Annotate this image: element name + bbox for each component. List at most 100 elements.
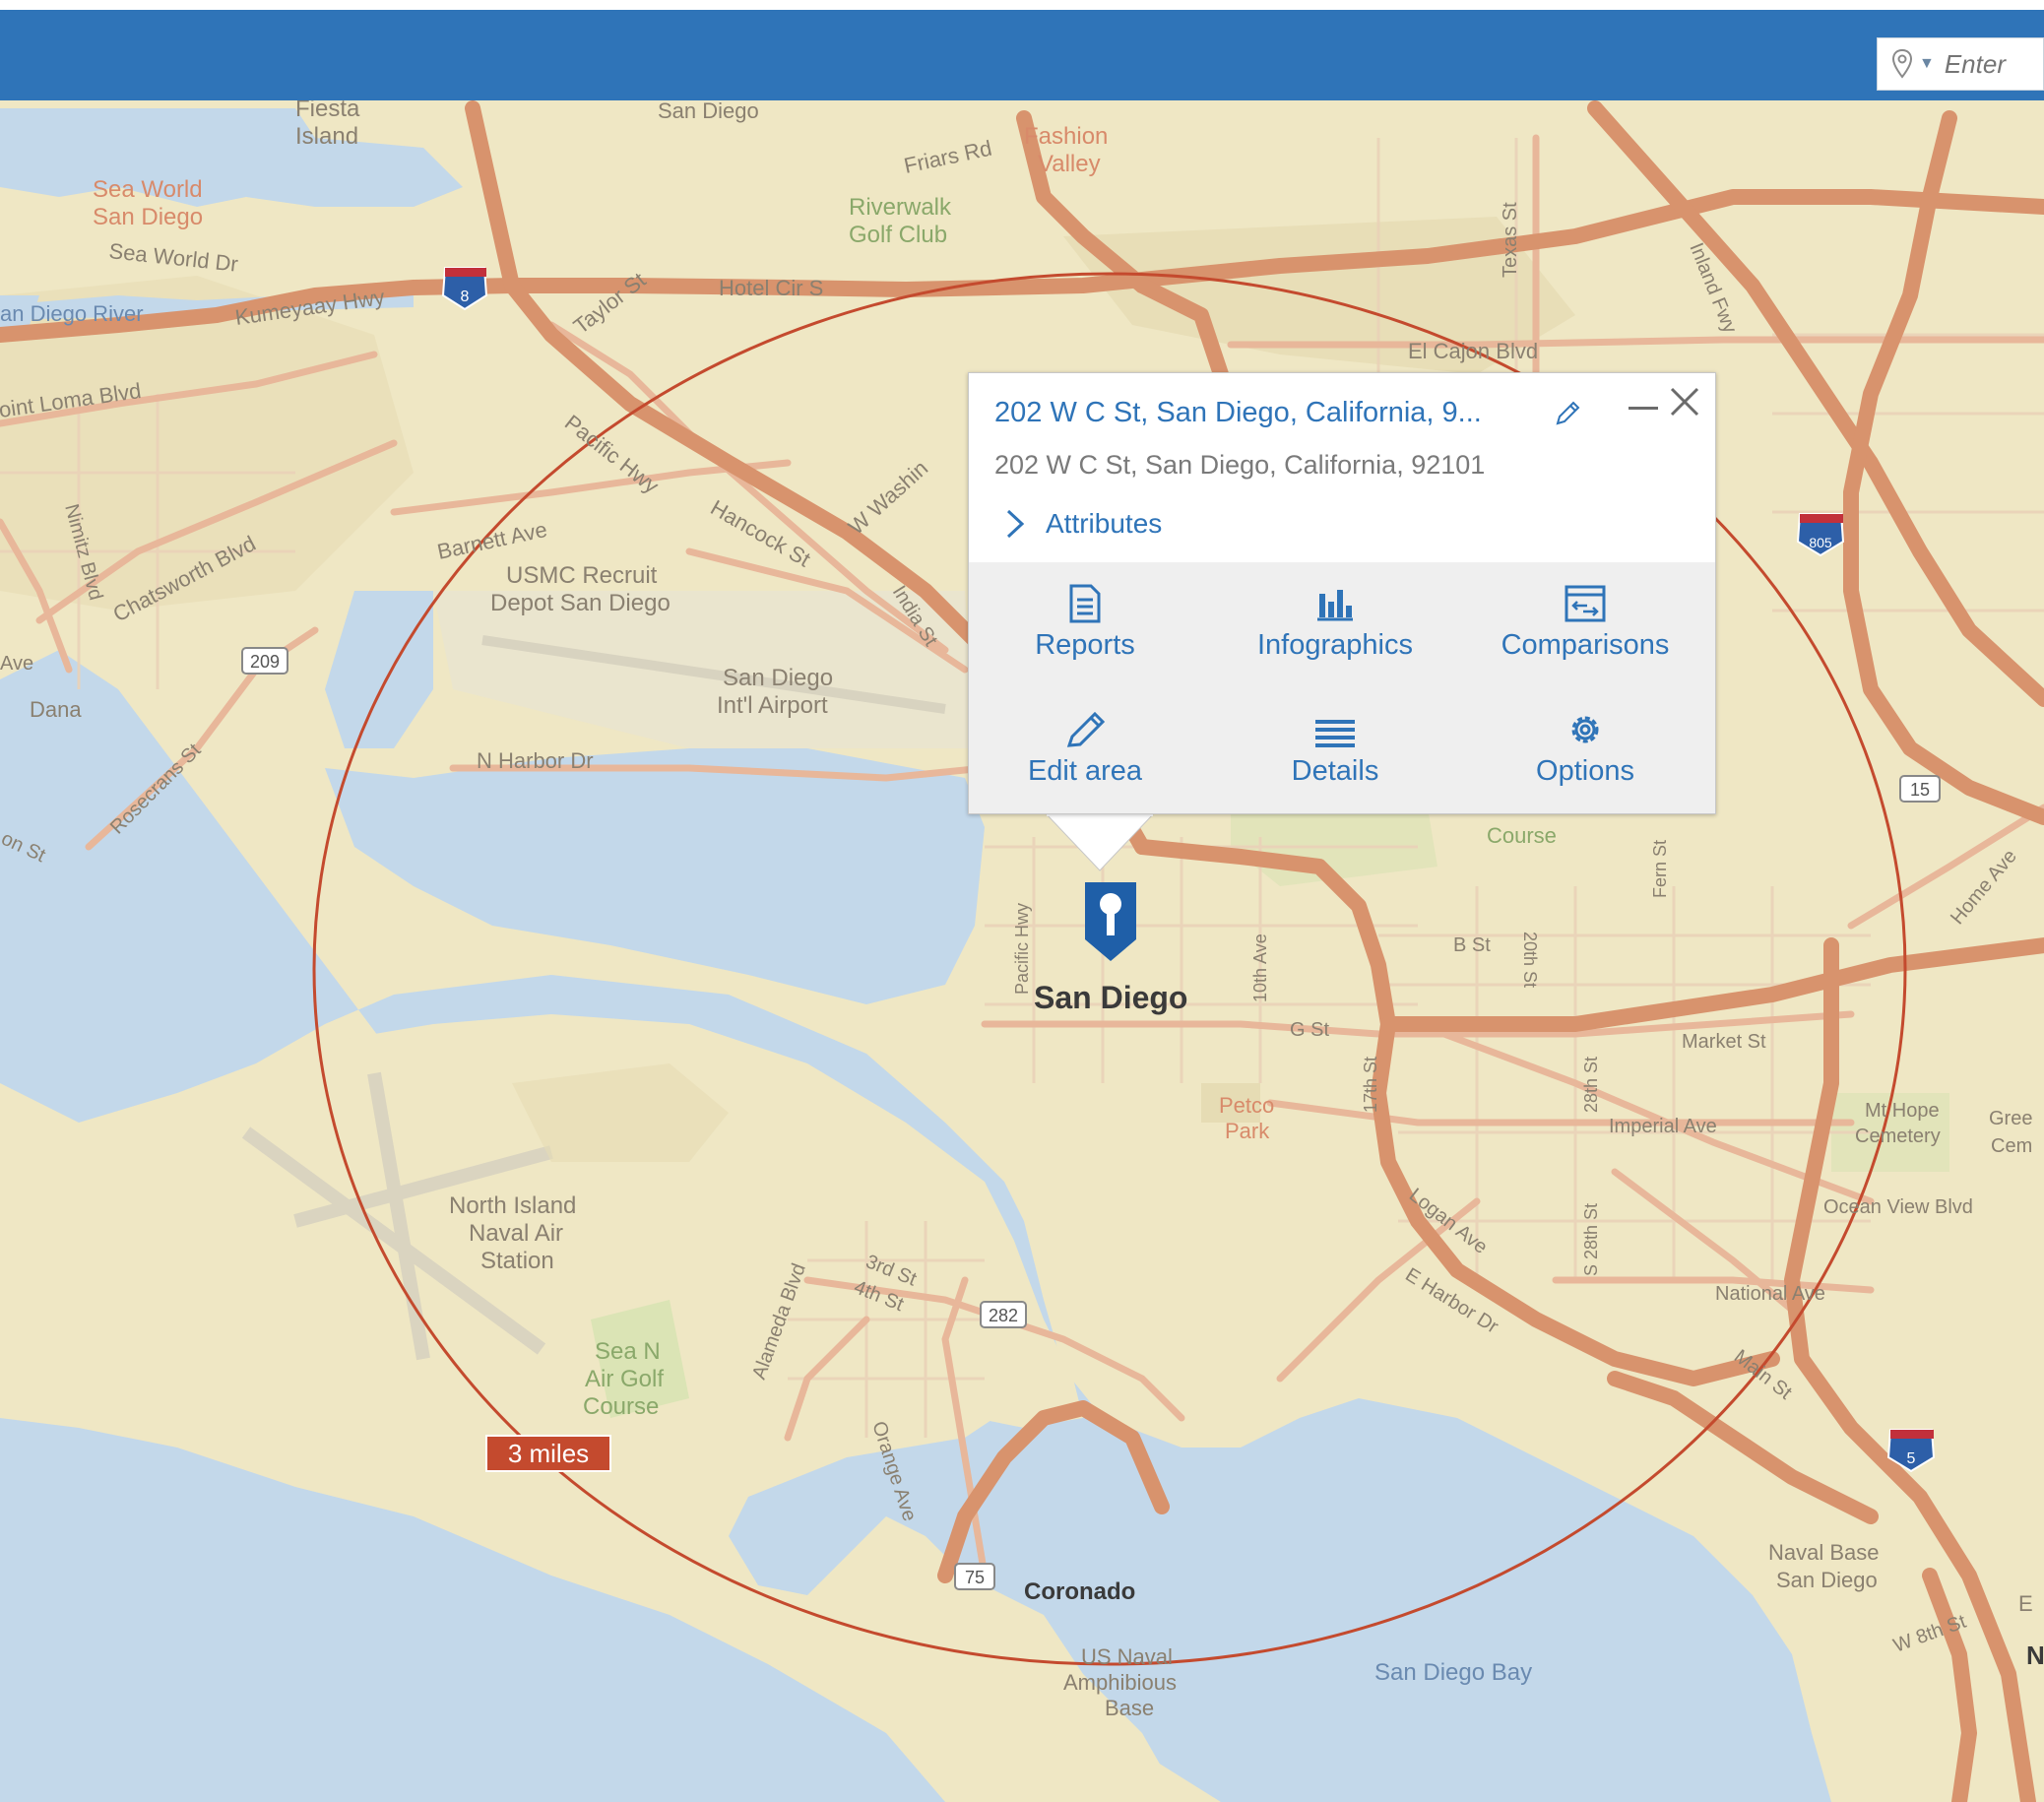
map-label-e-edge: E [2018, 1591, 2033, 1616]
attributes-label: Attributes [1046, 508, 1163, 539]
map-label-amphibious: Amphibious [1063, 1670, 1177, 1695]
options-label: Options [1536, 755, 1634, 787]
svg-text:75: 75 [965, 1568, 985, 1587]
search-input[interactable] [1942, 47, 2025, 81]
chevron-down-icon[interactable]: ▼ [1919, 55, 1935, 73]
map-label-twenty-eighth: 28th St [1581, 1057, 1601, 1113]
map-label-mt-hope: Cemetery [1855, 1126, 1941, 1147]
map-label-airport: Int'l Airport [717, 692, 828, 719]
map-label-naval-base: Naval Base [1768, 1540, 1880, 1565]
map-label-twentieth: 20th St [1520, 932, 1540, 988]
map-label-city: San Diego [1034, 980, 1187, 1015]
comparisons-button[interactable]: Comparisons [1477, 584, 1693, 662]
svg-text:5: 5 [1907, 1450, 1916, 1467]
app-header-bar: ▼ [0, 10, 2044, 100]
map-label-n-edge: N [2026, 1641, 2044, 1670]
map-view[interactable]: 8 805 5 15 209 282 75 Fiesta Island San … [0, 100, 2044, 1802]
map-label-sea-n-air: Course [583, 1393, 659, 1420]
map-label-fashion-valley: Valley [1038, 151, 1101, 177]
gear-icon [1571, 716, 1599, 743]
attributes-toggle[interactable]: Attributes [1004, 507, 1162, 541]
location-popup: 202 W C St, San Diego, California, 9... … [968, 372, 1716, 814]
map-label-north-island: Naval Air [469, 1220, 563, 1247]
reports-label: Reports [1035, 629, 1135, 661]
report-icon [1069, 584, 1101, 623]
svg-text:15: 15 [1910, 780, 1930, 800]
svg-text:805: 805 [1809, 535, 1832, 550]
state-route-shield-15: 15 [1899, 775, 1941, 803]
map-label-north-island: Station [480, 1248, 554, 1274]
map-label-amphibious: US Naval [1081, 1644, 1173, 1669]
map-label-b-st: B St [1453, 934, 1491, 956]
map-label-national: National Ave [1715, 1283, 1825, 1305]
map-label-tenth-ave: 10th Ave [1250, 933, 1270, 1002]
reports-button[interactable]: Reports [977, 584, 1193, 662]
map-label-riverwalk: Golf Club [849, 222, 947, 248]
details-label: Details [1291, 755, 1379, 787]
map-label-fashion-valley: Fashion [1024, 123, 1108, 150]
map-label-el-cajon: El Cajon Blvd [1408, 339, 1538, 363]
map-label-san-diego-river: an Diego River [0, 301, 144, 326]
svg-text:282: 282 [989, 1306, 1018, 1325]
map-label-usmc: Depot San Diego [490, 590, 671, 616]
map-label-imperial: Imperial Ave [1609, 1116, 1717, 1137]
chevron-right-icon [1006, 509, 1025, 539]
minimize-icon[interactable] [1629, 407, 1658, 410]
svg-text:209: 209 [250, 652, 280, 672]
popup-tool-grid: Reports Infographics Comparisons Edit ar… [969, 562, 1715, 813]
map-label-san-diego-top: San Diego [658, 100, 759, 123]
map-label-fiesta-island: Island [295, 123, 358, 150]
location-pin-icon[interactable] [1891, 49, 1913, 79]
map-label-dana: Dana [30, 697, 82, 722]
map-label-naval-base: San Diego [1776, 1568, 1878, 1592]
map-label-greenwood: Gree [1989, 1108, 2032, 1129]
options-button[interactable]: Options [1477, 710, 1693, 788]
map-label-pacific-hwy-2: Pacific Hwy [1012, 903, 1032, 995]
infographics-button[interactable]: Infographics [1227, 584, 1443, 662]
edit-title-pencil-icon[interactable] [1553, 399, 1582, 428]
state-route-shield-209: 209 [241, 647, 288, 675]
map-label-g-st: G St [1290, 1019, 1329, 1041]
map-label-riverwalk: Riverwalk [849, 194, 952, 221]
close-icon[interactable] [1668, 385, 1701, 418]
map-label-ave-edge: Ave [0, 653, 33, 675]
state-route-shield-282: 282 [980, 1301, 1027, 1328]
map-label-greenwood: Cem [1991, 1135, 2032, 1157]
map-label-n-harbor: N Harbor Dr [477, 748, 594, 773]
map-canvas[interactable]: 8 805 5 15 209 282 75 Fiesta Island San … [0, 100, 2044, 1802]
map-label-texas-st: Texas St [1500, 202, 1521, 278]
map-label-airport: San Diego [723, 665, 833, 691]
map-label-ocean-view: Ocean View Blvd [1823, 1196, 1973, 1218]
map-label-s-28th: S 28th St [1581, 1203, 1601, 1276]
details-button[interactable]: Details [1227, 710, 1443, 788]
bar-chart-icon [1317, 590, 1353, 621]
map-label-sea-n-air: Sea N [595, 1338, 661, 1365]
popup-address: 202 W C St, San Diego, California, 92101 [994, 450, 1486, 480]
svg-text:8: 8 [461, 289, 470, 305]
map-label-market-st: Market St [1682, 1031, 1766, 1053]
map-label-petco: Petco [1219, 1093, 1274, 1118]
comparisons-label: Comparisons [1501, 629, 1670, 661]
map-label-usmc: USMC Recruit [506, 562, 658, 589]
map-label-petco: Park [1225, 1119, 1270, 1143]
edit-area-label: Edit area [1027, 755, 1143, 787]
map-label-sea-n-air: Air Golf [585, 1366, 664, 1392]
edit-area-button[interactable]: Edit area [977, 710, 1193, 788]
map-label-hotel-cir: Hotel Cir S [719, 276, 823, 300]
infographics-label: Infographics [1257, 629, 1413, 661]
map-label-fern-st: Fern St [1650, 840, 1670, 898]
map-label-sea-world: Sea World [93, 176, 203, 203]
list-icon [1315, 720, 1355, 747]
svg-text:3 miles: 3 miles [508, 1439, 589, 1468]
popup-pointer [1046, 813, 1154, 871]
map-label-mt-hope: Mt Hope [1865, 1100, 1940, 1122]
map-label-seventeenth: 17th St [1361, 1057, 1380, 1113]
map-label-course: Course [1487, 823, 1557, 848]
ring-distance-label: 3 miles [485, 1435, 611, 1472]
popup-title: 202 W C St, San Diego, California, 9... [994, 397, 1482, 428]
comparison-icon [1565, 585, 1606, 622]
map-label-sea-world: San Diego [93, 204, 203, 230]
state-route-shield-75: 75 [954, 1563, 995, 1590]
map-label-coronado: Coronado [1024, 1578, 1135, 1605]
location-search-box[interactable]: ▼ [1877, 37, 2044, 91]
